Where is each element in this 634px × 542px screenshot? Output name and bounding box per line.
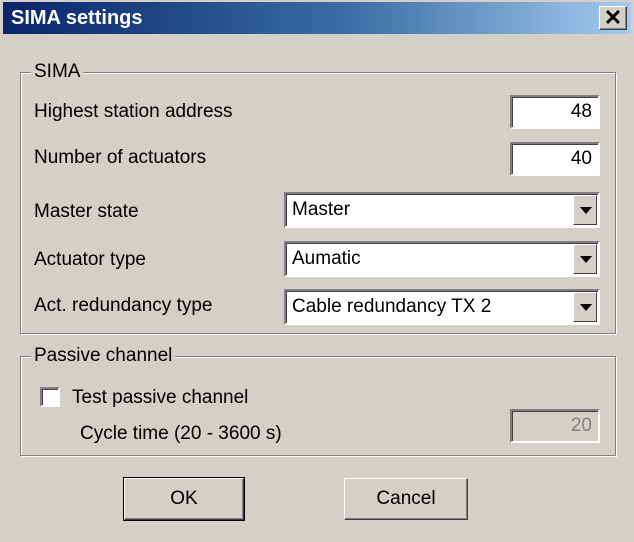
actuator-type-label: Actuator type [34,249,146,270]
redundancy-type-select[interactable]: Cable redundancy TX 2 [284,289,600,325]
master-state-value: Master [292,199,351,220]
actuator-type-select[interactable]: Aumatic [284,241,600,277]
cycle-time-input[interactable]: 20 [510,409,600,443]
actuator-type-value: Aumatic [292,248,361,269]
test-passive-channel-label[interactable]: Test passive channel [72,386,248,410]
sima-group-legend: SIMA [31,60,84,84]
sima-settings-dialog: SIMA settings ✕ SIMA Highest station add… [0,0,634,542]
redundancy-type-value: Cable redundancy TX 2 [292,296,492,317]
test-passive-channel-checkbox[interactable] [40,387,60,407]
passive-channel-legend: Passive channel [31,344,176,368]
window-title: SIMA settings [11,7,143,29]
number-of-actuators-label: Number of actuators [34,147,207,168]
close-button[interactable]: ✕ [599,6,627,30]
chevron-down-icon[interactable] [573,244,597,274]
ok-button[interactable]: OK [123,477,245,521]
master-state-label: Master state [34,201,139,222]
close-icon: ✕ [603,5,623,30]
cycle-time-label: Cycle time (20 - 3600 s) [80,423,282,444]
chevron-down-icon[interactable] [573,292,597,322]
title-bar[interactable]: SIMA settings ✕ [3,2,631,34]
number-of-actuators-input[interactable]: 40 [510,142,600,176]
cancel-button[interactable]: Cancel [344,478,468,520]
chevron-down-icon[interactable] [573,195,597,225]
highest-station-address-input[interactable]: 48 [510,95,600,129]
highest-station-address-label: Highest station address [34,101,233,122]
master-state-select[interactable]: Master [284,192,600,228]
redundancy-type-label: Act. redundancy type [34,295,213,316]
